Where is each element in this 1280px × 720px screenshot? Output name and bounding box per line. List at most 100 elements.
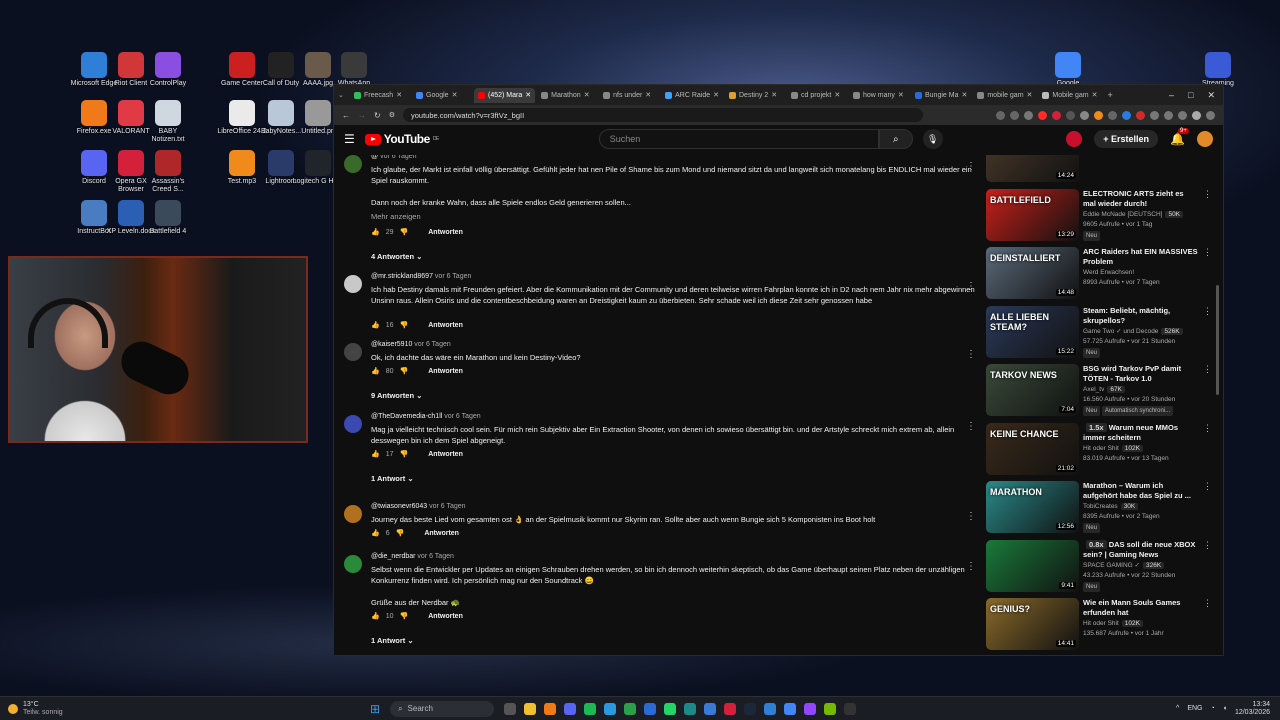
video-channel[interactable]: Game Two ✓ und Decode 526K (1083, 327, 1203, 337)
dislike-icon[interactable]: 👎 (396, 529, 405, 537)
video-title-text[interactable]: ELECTRONIC ARTS zieht es mal wieder durc… (1083, 189, 1184, 208)
start-button[interactable]: ⊞ (370, 702, 380, 716)
browser-tab[interactable]: ARC Raide ✕ (661, 88, 723, 103)
comment-author[interactable]: @kaiser5910 vor 6 Tagen (371, 341, 451, 348)
video-title[interactable]: BSG wird Tarkov PvP damit TÖTEN - Tarkov… (1083, 364, 1198, 384)
author-handle[interactable]: @die_nerdbar (371, 553, 417, 560)
install-icon[interactable] (1010, 110, 1019, 120)
video-title[interactable]: 1.5x Warum neue MMOs immer scheitern (1083, 422, 1198, 443)
video-thumbnail[interactable]: ALLE LIEBEN STEAM? 15:22 (986, 305, 1079, 358)
comment-age[interactable]: vor 6 Tagen (435, 273, 471, 280)
desktop-icon[interactable]: Streaming (1192, 52, 1244, 88)
browser-tab[interactable]: Mobile gam ✕ (1038, 88, 1101, 103)
author-handle[interactable]: @twiasonevr6043 (371, 503, 429, 510)
comment-more-icon[interactable]: ⋮ (966, 281, 976, 292)
dislike-icon[interactable]: 👎 (400, 321, 409, 329)
minimize-button[interactable]: – (1169, 90, 1174, 101)
chrome-icon[interactable] (784, 702, 797, 715)
replies-toggle[interactable]: 4 Antworten ⌄ (371, 252, 422, 261)
video-card[interactable]: DEINSTALLIERT 14:48 ARC Raiders hat EIN MA… (986, 247, 1216, 302)
replies-toggle[interactable]: 1 Antwort ⌄ (371, 636, 414, 645)
browser-tab[interactable]: (452) Mara ✕ (474, 87, 536, 103)
desktop-icon[interactable]: WhatsApp (328, 52, 380, 88)
weather-widget[interactable]: 13°C Teilw. sonnig (0, 701, 370, 717)
desktop-icon[interactable]: BABY Notizen.txt (142, 100, 194, 144)
tab-close-icon[interactable]: ✕ (961, 91, 967, 99)
comment-age[interactable]: vor 6 Tagen (417, 553, 453, 560)
video-channel[interactable]: SPACE GAMING ✓ 326K (1083, 561, 1203, 571)
discord-icon[interactable] (564, 702, 577, 715)
avatar[interactable] (344, 555, 362, 573)
video-more-icon[interactable]: ⋮ (1203, 598, 1212, 609)
avatar[interactable] (344, 415, 362, 433)
replies-toggle[interactable]: 9 Antworten ⌄ (371, 391, 422, 400)
video-more-icon[interactable]: ⋮ (1203, 189, 1212, 200)
comment-author[interactable]: @mr.strickland8697 vor 6 Tagen (371, 273, 471, 280)
tab-list-icon[interactable]: ⌄ (338, 91, 348, 99)
vivaldi-ext-icon[interactable] (1052, 110, 1061, 120)
tab-close-icon[interactable]: ✕ (396, 91, 402, 99)
browser-tab[interactable]: nfs under ✕ (599, 88, 659, 103)
comment-author[interactable]: @die_nerdbar vor 6 Tagen (371, 553, 454, 560)
reply-button[interactable]: Antworten (428, 322, 463, 329)
video-title[interactable]: Wie ein Mann Souls Games erfunden hat (1083, 598, 1198, 618)
red-ext-icon[interactable] (1136, 110, 1145, 120)
download-icon[interactable] (1178, 110, 1187, 120)
comment-more-icon[interactable]: ⋮ (966, 511, 976, 522)
blue-ext-icon[interactable] (1122, 110, 1131, 120)
like-icon[interactable]: 👍 (371, 529, 380, 537)
opera-icon[interactable] (724, 702, 737, 715)
volume-icon[interactable]: ◖ (1223, 705, 1227, 712)
sidebar-icon[interactable] (1164, 110, 1173, 120)
browser-tab[interactable]: Marathon ✕ (537, 88, 597, 103)
bookmark-icon[interactable] (1024, 110, 1033, 120)
video-channel[interactable]: Eddie McNade [DEUTSCH] 50K (1083, 210, 1203, 220)
browser-tab[interactable]: mobile gam ✕ (973, 88, 1036, 103)
avatar[interactable] (344, 155, 362, 173)
video-title[interactable]: Marathon – Warum ich aufgehört habe das … (1083, 481, 1198, 501)
video-channel[interactable]: TobiCreates 30K (1083, 502, 1203, 512)
video-card[interactable]: KEINE CHANCE 21:02 1.5x Warum neue MMOs im… (986, 422, 1216, 478)
channel-name[interactable]: Hit oder Shit (1083, 445, 1119, 452)
video-thumbnail[interactable]: KEINE CHANCE 21:02 (986, 422, 1079, 475)
video-card[interactable]: ALLE LIEBEN STEAM? 15:22 Steam: Beliebt, m… (986, 305, 1216, 361)
author-handle[interactable]: @ (371, 155, 380, 160)
taskbar-search[interactable]: ⌕ Search (390, 700, 495, 717)
close-button[interactable]: ✕ (1207, 90, 1215, 101)
browser-icon[interactable] (604, 702, 617, 715)
video-more-icon[interactable]: ⋮ (1203, 540, 1212, 551)
comment-author[interactable]: @ vor 6 Tagen (371, 155, 417, 160)
tab-close-icon[interactable]: ✕ (1092, 91, 1098, 99)
browser-tab[interactable]: Destiny 2 ✕ (725, 88, 785, 103)
youtube-logo[interactable]: YouTube DE (364, 132, 439, 146)
channel-name[interactable]: Axel_tv (1083, 386, 1104, 393)
spotify-icon[interactable] (584, 702, 597, 715)
search-button[interactable]: ⌕ (878, 129, 913, 149)
video-channel[interactable]: Hit oder Shit 102K (1083, 444, 1203, 454)
green-app-icon[interactable] (624, 702, 637, 715)
video-title-text[interactable]: ARC Raiders hat EIN MASSIVES Problem (1083, 247, 1198, 266)
author-handle[interactable]: @kaiser5910 (371, 341, 414, 348)
channel-name[interactable]: Werd Erwachsen! (1083, 269, 1134, 276)
desktop-icon[interactable]: Google (1042, 52, 1094, 88)
video-title[interactable]: 0.8x DAS soll die neue XBOX sein? | Gami… (1083, 539, 1198, 560)
gray-ext-icon[interactable] (1108, 110, 1117, 120)
reply-button[interactable]: Antworten (424, 530, 459, 537)
like-icon[interactable]: 👍 (371, 612, 380, 620)
comment-age[interactable]: vor 6 Tagen (429, 503, 465, 510)
search-input[interactable]: Suchen (598, 129, 879, 149)
firefox-icon[interactable] (544, 702, 557, 715)
show-more-link[interactable]: Mehr anzeigen (371, 212, 421, 221)
comment-more-icon[interactable]: ⋮ (966, 421, 976, 432)
comment-age[interactable]: vor 6 Tagen (444, 413, 480, 420)
video-channel[interactable]: Hit oder Shit 102K (1083, 619, 1203, 629)
reply-button[interactable]: Antworten (428, 451, 463, 458)
tab-close-icon[interactable]: ✕ (584, 91, 590, 99)
comment-more-icon[interactable]: ⋮ (966, 349, 976, 360)
scrollbar[interactable] (1216, 285, 1219, 395)
orange-ext-icon[interactable] (1094, 110, 1103, 120)
tab-close-icon[interactable]: ✕ (645, 91, 651, 99)
author-handle[interactable]: @mr.strickland8697 (371, 273, 435, 280)
video-card[interactable]: 14:2473.905 Aufrufe • vor 1 TagNeu⋮ (986, 155, 1216, 185)
vivaldi-red-icon[interactable] (1066, 131, 1083, 147)
